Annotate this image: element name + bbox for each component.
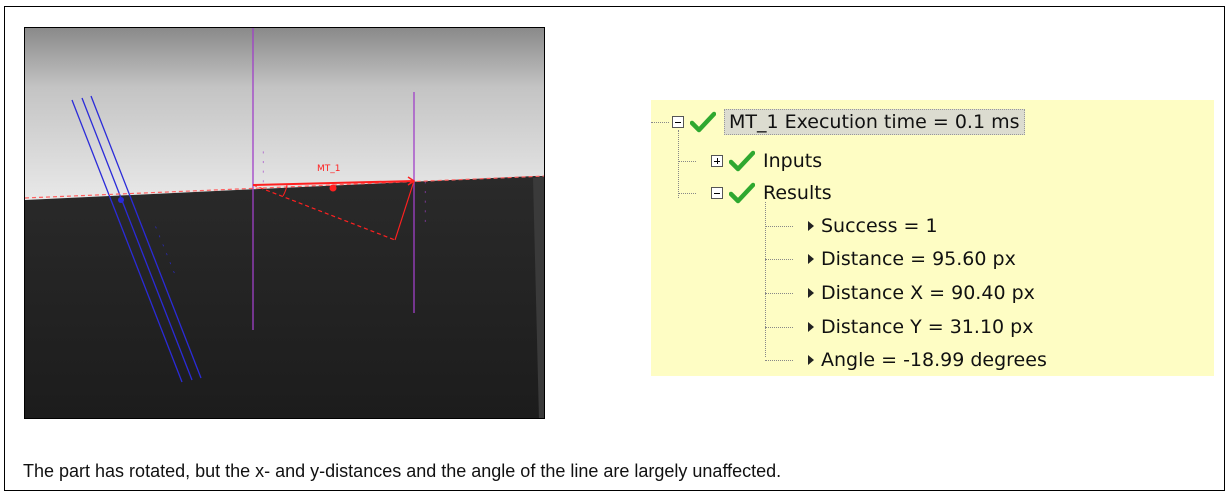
result-item-label: Distance = 95.60 px <box>821 248 1016 270</box>
tree-connector <box>765 293 793 294</box>
measurement-midpoint <box>329 184 337 192</box>
result-item-success[interactable]: Success = 1 <box>808 211 938 241</box>
tree-node-inputs-label: Inputs <box>763 150 823 172</box>
tree-connector <box>678 193 696 194</box>
purple-scan-label-left: - - - - <box>259 150 268 184</box>
tree-connector <box>765 226 793 227</box>
figure-caption: The part has rotated, but the x- and y-d… <box>23 461 782 481</box>
tree-node-root-label: MT_1 Execution time = 0.1 ms <box>724 109 1025 135</box>
tree-connector <box>678 161 696 162</box>
part-region <box>25 176 544 418</box>
triangle-right-icon <box>808 254 814 264</box>
camera-image-canvas: - - - - - - - - - - - - - - - MT_1 <box>25 28 544 418</box>
check-icon <box>690 111 716 133</box>
check-icon <box>729 182 755 204</box>
triangle-right-icon <box>808 221 814 231</box>
results-tree-panel: MT_1 Execution time = 0.1 ms Inputs Resu… <box>651 100 1214 376</box>
tree-connector <box>765 327 793 328</box>
triangle-right-icon <box>808 355 814 365</box>
result-item-label: Angle = -18.99 degrees <box>821 349 1047 371</box>
tree-node-root[interactable]: MT_1 Execution time = 0.1 ms <box>672 107 1025 137</box>
tree-node-results-label: Results <box>763 182 832 204</box>
expand-icon[interactable] <box>711 155 723 167</box>
triangle-right-icon <box>808 322 814 332</box>
tree-connector <box>678 130 679 198</box>
tree-connector <box>765 360 793 361</box>
figure-frame: - - - - - - - - - - - - - - - MT_1 MT_1 … <box>4 6 1225 491</box>
collapse-icon[interactable] <box>711 187 723 199</box>
triangle-right-icon <box>808 288 814 298</box>
collapse-icon[interactable] <box>672 116 684 128</box>
tree-node-results[interactable]: Results <box>711 178 832 208</box>
result-item-label: Distance Y = 31.10 px <box>821 316 1034 338</box>
tree-connector <box>765 259 793 260</box>
camera-image: - - - - - - - - - - - - - - - MT_1 <box>24 27 545 419</box>
measurement-label: MT_1 <box>317 164 341 174</box>
result-item-label: Distance X = 90.40 px <box>821 282 1035 304</box>
result-item-distance[interactable]: Distance = 95.60 px <box>808 244 1016 274</box>
result-item-label: Success = 1 <box>821 215 938 237</box>
check-icon <box>729 150 755 172</box>
result-item-distance-y[interactable]: Distance Y = 31.10 px <box>808 312 1033 342</box>
tree-connector <box>651 122 669 123</box>
result-item-angle[interactable]: Angle = -18.99 degrees <box>808 345 1047 375</box>
tree-node-inputs[interactable]: Inputs <box>711 146 822 176</box>
blue-edge-point <box>118 197 124 203</box>
result-item-distance-x[interactable]: Distance X = 90.40 px <box>808 278 1035 308</box>
purple-scan-label-right: - - - - - <box>421 180 430 223</box>
